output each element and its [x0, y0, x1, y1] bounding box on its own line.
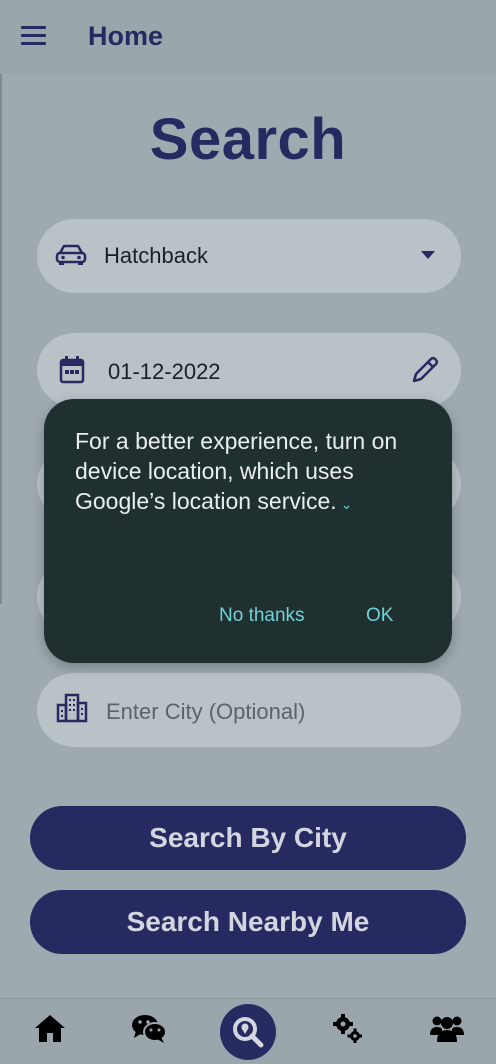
edit-pencil-icon[interactable] — [410, 355, 440, 385]
dialog-message: For a better experience, turn on device … — [75, 426, 415, 519]
appbar-title: Home — [88, 21, 164, 51]
bottom-nav — [0, 998, 496, 1064]
city-field[interactable]: Enter City (Optional) — [37, 673, 461, 747]
search-nearby-button[interactable]: Search Nearby Me — [30, 890, 466, 954]
dropdown-arrow-icon — [421, 251, 435, 259]
no-thanks-button[interactable]: No thanks — [219, 605, 305, 627]
calendar-icon — [59, 356, 85, 384]
home-icon[interactable] — [34, 1013, 66, 1043]
app-bar: Home — [0, 0, 496, 74]
search-nav-button[interactable] — [220, 1004, 276, 1060]
settings-icon[interactable] — [332, 1013, 362, 1043]
users-icon[interactable] — [429, 1013, 465, 1043]
city-icon — [56, 693, 88, 723]
search-by-city-button[interactable]: Search By City — [30, 806, 466, 870]
page-title: Search — [149, 107, 347, 172]
vehicle-type-dropdown[interactable]: Hatchback — [37, 219, 461, 293]
search-location-icon — [233, 1017, 264, 1048]
expand-chevron-icon[interactable]: ⌄ — [341, 489, 353, 519]
date-field[interactable]: 01-12-2022 — [37, 333, 461, 407]
car-icon — [55, 244, 87, 265]
ok-button[interactable]: OK — [366, 605, 393, 627]
location-dialog: For a better experience, turn on device … — [44, 399, 452, 663]
vehicle-type-value: Hatchback — [104, 243, 208, 268]
city-input: Enter City (Optional) — [106, 699, 306, 724]
date-value: 01-12-2022 — [108, 359, 221, 384]
menu-icon[interactable] — [21, 26, 46, 46]
chat-icon[interactable] — [131, 1013, 167, 1043]
